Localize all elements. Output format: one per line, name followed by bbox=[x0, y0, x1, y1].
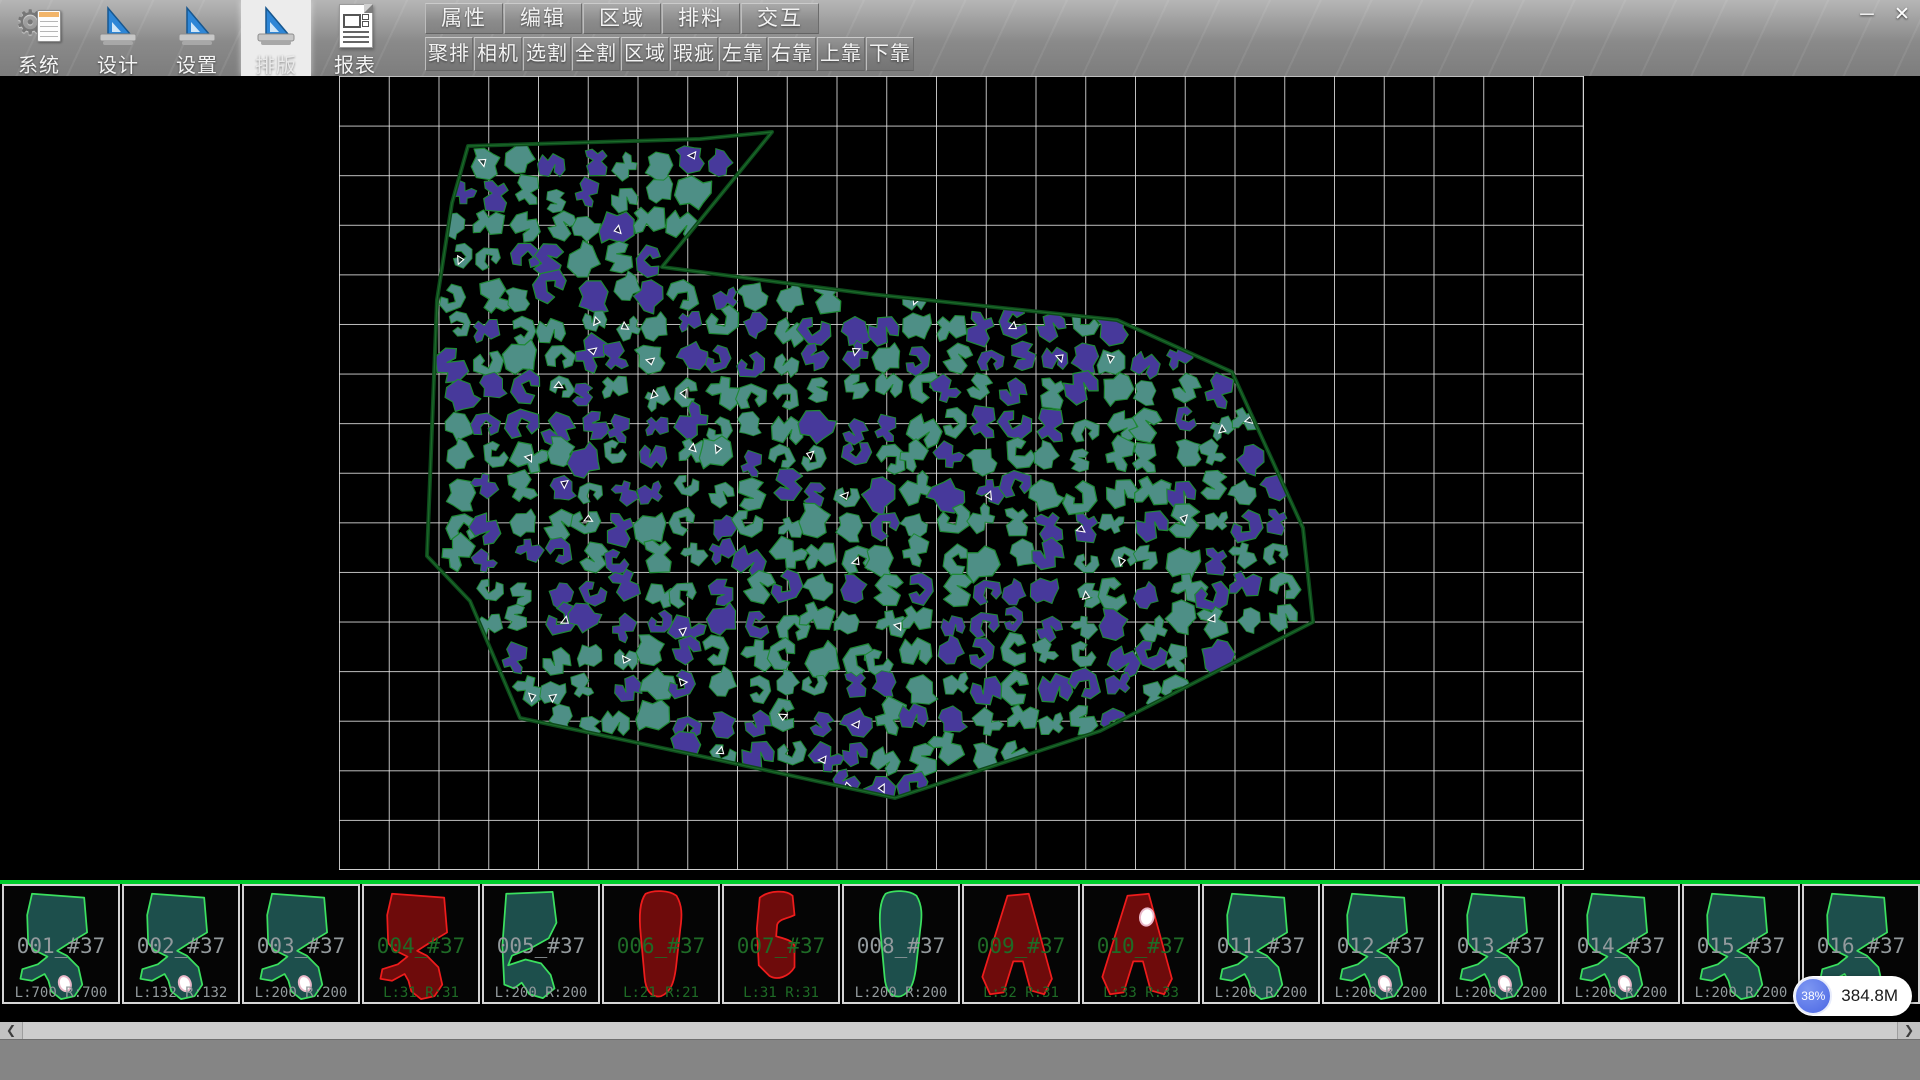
app-tab-3[interactable]: 设置 bbox=[162, 0, 232, 76]
minimize-icon: ─ bbox=[1860, 4, 1873, 25]
tool-button-9[interactable]: 上靠 bbox=[817, 37, 865, 71]
piece-lr-count-label: L:31 R:31 bbox=[724, 985, 838, 1001]
app-tab-label: 报表 bbox=[320, 49, 390, 76]
menu-button-3[interactable]: 区域 bbox=[583, 3, 661, 34]
piece-lr-count-label: L:32 R:31 bbox=[964, 985, 1078, 1001]
piece-lr-count-label: L:200 R:200 bbox=[244, 985, 358, 1001]
tool-button-6[interactable]: 瑕疵 bbox=[670, 37, 718, 71]
top-toolbar: ⚙系统设计设置排版报表 属性编辑区域排料交互 聚排相机选割全割区域瑕疵左靠右靠上… bbox=[0, 0, 1920, 76]
piece-thumbnail-strip: 001_#37L:700 R:700002_#37L:132 R:132003_… bbox=[0, 880, 1920, 1008]
close-icon: ✕ bbox=[1894, 4, 1910, 25]
piece-thumbnail[interactable]: 015_#37 L:200 R:200 bbox=[1682, 884, 1800, 1004]
piece-name-label: 016_#37 bbox=[1804, 934, 1918, 958]
app-tab-5[interactable]: 报表 bbox=[320, 0, 390, 76]
piece-name-label: 015_#37 bbox=[1684, 934, 1798, 958]
piece-name-label: 002_#37 bbox=[124, 934, 238, 958]
horizontal-scrollbar[interactable]: ❮ ❯ bbox=[0, 1022, 1920, 1039]
piece-lr-count-label: L:700 R:700 bbox=[4, 985, 118, 1001]
chevron-left-icon: ❮ bbox=[6, 1023, 16, 1037]
piece-name-label: 008_#37 bbox=[844, 934, 958, 958]
piece-thumbnail[interactable]: 001_#37 L:700 R:700 bbox=[2, 884, 120, 1004]
tool-button-10[interactable]: 下靠 bbox=[866, 37, 914, 71]
piece-thumbnail[interactable]: 005_#37 L:200 R:200 bbox=[482, 884, 600, 1004]
piece-lr-count-label: L:21 R:21 bbox=[604, 985, 718, 1001]
piece-lr-count-label: L:200 R:200 bbox=[844, 985, 958, 1001]
tool-button-3[interactable]: 选割 bbox=[523, 37, 571, 71]
piece-lr-count-label: L:200 R:200 bbox=[1684, 985, 1798, 1001]
tool-button-4[interactable]: 全割 bbox=[572, 37, 620, 71]
scroll-left-button[interactable]: ❮ bbox=[0, 1022, 23, 1039]
piece-lr-count-label: L:132 R:132 bbox=[124, 985, 238, 1001]
piece-thumbnail[interactable]: 013_#37 L:200 R:200 bbox=[1442, 884, 1560, 1004]
piece-thumbnail[interactable]: 010_#37 L:33 R:33 bbox=[1082, 884, 1200, 1004]
piece-thumbnail[interactable]: 003_#37 L:200 R:200 bbox=[242, 884, 360, 1004]
piece-thumbnail[interactable]: 006_#37 L:21 R:21 bbox=[602, 884, 720, 1004]
hide-nesting-layout bbox=[0, 76, 1920, 882]
set-square-icon bbox=[94, 4, 142, 48]
menu-button-2[interactable]: 编辑 bbox=[504, 3, 582, 34]
chevron-right-icon: ❯ bbox=[1904, 1023, 1914, 1037]
tool-button-7[interactable]: 左靠 bbox=[719, 37, 767, 71]
piece-thumbnail[interactable]: 007_#37 L:31 R:31 bbox=[722, 884, 840, 1004]
app-tab-4[interactable]: 排版 bbox=[241, 0, 311, 76]
piece-thumbnail-list: 001_#37L:700 R:700002_#37L:132 R:132003_… bbox=[2, 884, 1920, 1004]
piece-name-label: 001_#37 bbox=[4, 934, 118, 958]
piece-name-label: 014_#37 bbox=[1564, 934, 1678, 958]
status-bar bbox=[0, 1039, 1920, 1080]
piece-thumbnail[interactable]: 011_#37 L:200 R:200 bbox=[1202, 884, 1320, 1004]
tool-button-8[interactable]: 右靠 bbox=[768, 37, 816, 71]
piece-thumbnail[interactable]: 004_#37 L:31 R:31 bbox=[362, 884, 480, 1004]
piece-lr-count-label: L:200 R:200 bbox=[1564, 985, 1678, 1001]
set-square-icon bbox=[173, 4, 221, 48]
memory-size-label: 384.8M bbox=[1841, 986, 1898, 1006]
piece-thumbnail[interactable]: 009_#37 L:32 R:31 bbox=[962, 884, 1080, 1004]
piece-name-label: 009_#37 bbox=[964, 934, 1078, 958]
tool-button-2[interactable]: 相机 bbox=[474, 37, 522, 71]
close-button[interactable]: ✕ bbox=[1885, 2, 1919, 28]
piece-name-label: 005_#37 bbox=[484, 934, 598, 958]
app-tab-label: 设置 bbox=[162, 49, 232, 76]
piece-thumbnail[interactable]: 002_#37 L:132 R:132 bbox=[122, 884, 240, 1004]
app-tab-label: 系统 bbox=[4, 49, 74, 76]
gear-doc-icon: ⚙ bbox=[15, 4, 63, 48]
piece-lr-count-label: L:31 R:31 bbox=[364, 985, 478, 1001]
report-icon bbox=[331, 4, 379, 48]
piece-thumbnail[interactable]: 012_#37 L:200 R:200 bbox=[1322, 884, 1440, 1004]
piece-name-label: 007_#37 bbox=[724, 934, 838, 958]
piece-lr-count-label: L:200 R:200 bbox=[1204, 985, 1318, 1001]
scroll-right-button[interactable]: ❯ bbox=[1897, 1022, 1920, 1039]
tool-button-1[interactable]: 聚排 bbox=[425, 37, 473, 71]
app-tab-label: 排版 bbox=[241, 49, 311, 76]
piece-name-label: 012_#37 bbox=[1324, 934, 1438, 958]
menu-button-5[interactable]: 交互 bbox=[741, 3, 819, 34]
piece-thumbnail[interactable]: 014_#37 L:200 R:200 bbox=[1562, 884, 1680, 1004]
piece-name-label: 010_#37 bbox=[1084, 934, 1198, 958]
piece-name-label: 004_#37 bbox=[364, 934, 478, 958]
piece-lr-count-label: L:33 R:33 bbox=[1084, 985, 1198, 1001]
piece-name-label: 003_#37 bbox=[244, 934, 358, 958]
memory-usage-badge: 38% 384.8M bbox=[1793, 976, 1912, 1016]
piece-lr-count-label: L:200 R:200 bbox=[484, 985, 598, 1001]
menu-button-4[interactable]: 排料 bbox=[662, 3, 740, 34]
cpu-percent-indicator: 38% bbox=[1794, 977, 1832, 1015]
piece-name-label: 013_#37 bbox=[1444, 934, 1558, 958]
set-square-icon bbox=[252, 4, 300, 48]
app-tab-2[interactable]: 设计 bbox=[83, 0, 153, 76]
minimize-button[interactable]: ─ bbox=[1850, 2, 1884, 28]
nesting-canvas[interactable] bbox=[0, 76, 1920, 882]
piece-name-label: 006_#37 bbox=[604, 934, 718, 958]
piece-lr-count-label: L:200 R:200 bbox=[1444, 985, 1558, 1001]
app-tab-label: 设计 bbox=[83, 49, 153, 76]
application-window: ⚙系统设计设置排版报表 属性编辑区域排料交互 聚排相机选割全割区域瑕疵左靠右靠上… bbox=[0, 0, 1920, 1080]
menu-button-1[interactable]: 属性 bbox=[425, 3, 503, 34]
piece-lr-count-label: L:200 R:200 bbox=[1324, 985, 1438, 1001]
piece-name-label: 011_#37 bbox=[1204, 934, 1318, 958]
piece-thumbnail[interactable]: 008_#37 L:200 R:200 bbox=[842, 884, 960, 1004]
tool-button-5[interactable]: 区域 bbox=[621, 37, 669, 71]
app-tab-1[interactable]: ⚙系统 bbox=[4, 0, 74, 76]
